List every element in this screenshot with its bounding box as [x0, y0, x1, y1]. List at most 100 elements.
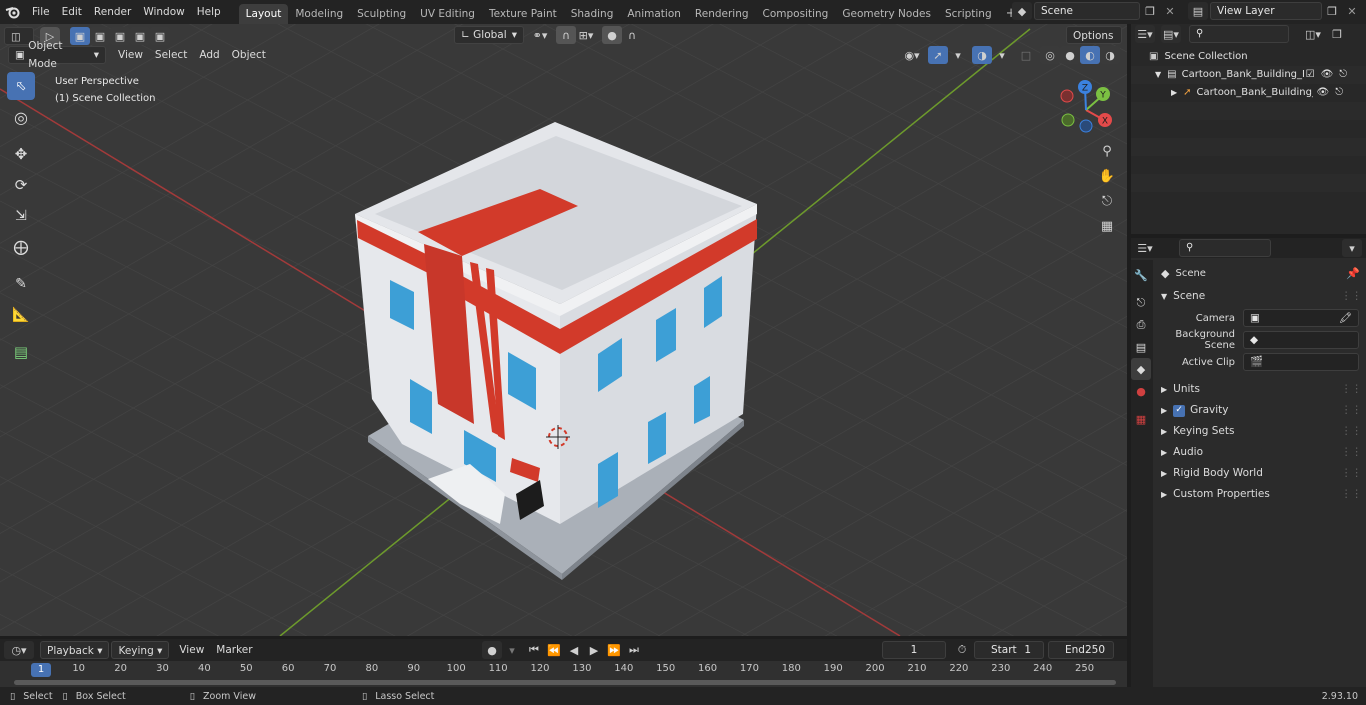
eye-visible-icon[interactable]: 👁 — [1317, 84, 1330, 102]
texture-tab-icon[interactable]: ▦ — [1131, 408, 1151, 430]
annotate-tool[interactable]: ✎ — [7, 270, 35, 298]
timeline-editor-type-icon[interactable]: ◷▾ — [4, 641, 34, 659]
outliner-object-row[interactable]: ▶ ➚ Cartoon_Bank_Building_I 👁 ⎋ — [1131, 84, 1366, 102]
tab-scripting[interactable]: Scripting — [938, 4, 999, 24]
wireframe-shading-icon[interactable]: ◎ — [1040, 46, 1060, 64]
units-panel-header[interactable]: ▶ Units ⋮⋮ — [1155, 379, 1366, 400]
menu-help[interactable]: Help — [191, 0, 227, 24]
active-clip-field[interactable]: 🎬 — [1243, 353, 1359, 371]
tool-tab-icon[interactable]: 🔧 — [1131, 264, 1151, 286]
pivot-point-icon[interactable]: ⚭▾ — [530, 26, 550, 44]
cursor-tool[interactable]: ◎ — [7, 103, 35, 131]
view-layer-selector-icon[interactable]: ▤ — [1188, 2, 1208, 20]
tab-texture-paint[interactable]: Texture Paint — [482, 4, 564, 24]
camera-view-icon[interactable]: ⎋ — [1097, 190, 1117, 212]
overlay-toggle-icon[interactable]: ◑ — [972, 46, 992, 64]
filter-icon[interactable]: ◫▾ — [1303, 25, 1323, 43]
gravity-panel-header[interactable]: ▶ ✓ Gravity ⋮⋮ — [1155, 400, 1366, 421]
rendered-shading-icon[interactable]: ◑ — [1100, 46, 1120, 64]
gizmo-menu-icon[interactable]: ▾ — [948, 46, 968, 64]
tab-modeling[interactable]: Modeling — [288, 4, 350, 24]
outliner-editor-type-icon[interactable]: ☰▾ — [1135, 25, 1155, 43]
tab-uv-editing[interactable]: UV Editing — [413, 4, 482, 24]
exclude-checkbox-icon[interactable]: ☑ — [1306, 66, 1315, 84]
add-cube-tool[interactable]: ▤ — [7, 338, 35, 366]
render-camera-icon[interactable]: ⎋ — [1335, 84, 1343, 102]
drag-handle-icon[interactable]: ⋮⋮ — [1341, 286, 1362, 307]
jump-end-icon[interactable]: ⏭ — [624, 641, 644, 659]
new-scene-icon[interactable]: ❐ — [1140, 2, 1160, 20]
scene-panel-header[interactable]: ▼ Scene ⋮⋮ — [1155, 286, 1366, 307]
scene-name-field[interactable]: Scene — [1034, 2, 1140, 20]
render-camera-icon[interactable]: ⎋ — [1339, 66, 1347, 84]
proportional-edit-icon[interactable]: ● — [602, 26, 622, 44]
gravity-checkbox[interactable]: ✓ — [1173, 404, 1186, 417]
play-icon[interactable]: ▶ — [584, 641, 604, 659]
background-scene-field[interactable]: ◆ — [1243, 331, 1359, 349]
timeline-view-menu[interactable]: View — [173, 641, 210, 659]
shading-menu-icon[interactable]: ▾ — [1120, 46, 1127, 64]
auto-keying-menu-icon[interactable]: ▾ — [502, 641, 522, 659]
xray-toggle-icon[interactable]: □ — [1016, 46, 1036, 64]
drag-handle-icon[interactable]: ⋮⋮ — [1341, 484, 1362, 505]
transform-tool[interactable]: ⨁ — [7, 233, 35, 261]
keying-menu[interactable]: Keying ▾ — [111, 641, 170, 659]
drag-handle-icon[interactable]: ⋮⋮ — [1341, 379, 1362, 400]
jump-start-icon[interactable]: ⏮ — [524, 641, 544, 659]
display-mode-icon[interactable]: ▤▾ — [1161, 25, 1181, 43]
keying-sets-panel-header[interactable]: ▶ Keying Sets ⋮⋮ — [1155, 421, 1366, 442]
tab-shading[interactable]: Shading — [564, 4, 621, 24]
rigid-body-world-panel-header[interactable]: ▶ Rigid Body World ⋮⋮ — [1155, 463, 1366, 484]
menu-edit[interactable]: Edit — [56, 0, 88, 24]
viewport-menu-select[interactable]: Select — [149, 46, 193, 64]
new-collection-icon[interactable]: ❐ — [1327, 25, 1347, 43]
snap-toggle-icon[interactable]: ∩ — [556, 26, 576, 44]
expand-arrow-icon[interactable]: ▶ — [1171, 84, 1177, 102]
tab-compositing[interactable]: Compositing — [756, 4, 836, 24]
overlay-menu-icon[interactable]: ▾ — [992, 46, 1012, 64]
outliner-scene-collection[interactable]: ▣ Scene Collection — [1131, 48, 1366, 66]
select-subtract-icon[interactable]: ▣ — [110, 27, 130, 45]
rotate-tool[interactable]: ⟳ — [7, 171, 35, 199]
drag-handle-icon[interactable]: ⋮⋮ — [1341, 463, 1362, 484]
visibility-filter-icon[interactable]: ◉▾ — [902, 46, 922, 64]
properties-options-icon[interactable]: ▾ — [1342, 239, 1362, 257]
viewport-scene[interactable] — [0, 24, 1127, 636]
timeline-ruler[interactable]: 10 20 30 40 50 60 70 80 90 100 110 120 130 140 150 160 1… — [0, 661, 1127, 687]
scale-tool[interactable]: ⇲ — [7, 202, 35, 230]
jump-prev-keyframe-icon[interactable]: ⏪ — [544, 641, 564, 659]
pan-hand-icon[interactable]: ✋ — [1097, 165, 1117, 187]
menu-render[interactable]: Render — [88, 0, 137, 24]
view-layer-tab-icon[interactable]: ▤ — [1131, 336, 1151, 358]
audio-panel-header[interactable]: ▶ Audio ⋮⋮ — [1155, 442, 1366, 463]
world-tab-icon[interactable]: ● — [1131, 380, 1151, 402]
menu-window[interactable]: Window — [137, 0, 190, 24]
view-layer-field[interactable]: View Layer — [1210, 2, 1322, 20]
transform-orientation-dropdown[interactable]: ∟ Global ▾ — [454, 26, 524, 44]
viewport-menu-object[interactable]: Object — [226, 46, 272, 64]
timeline-scrollbar[interactable] — [14, 680, 1116, 685]
viewport-3d[interactable]: ◫ ▾ ▷ ▣ ▣ ▣ ▣ ▣ ∟ Global ▾ ⚭▾ ∩ ⊞▾ ● ∩ O… — [0, 24, 1127, 636]
tab-layout[interactable]: Layout — [238, 3, 289, 24]
preview-range-icon[interactable]: ⏱ — [952, 641, 972, 659]
select-box-tool[interactable]: ⬁ — [7, 72, 35, 100]
move-tool[interactable]: ✥ — [7, 140, 35, 168]
end-frame-field[interactable]: End 250 — [1048, 641, 1114, 659]
select-intersect-icon[interactable]: ▣ — [150, 27, 170, 45]
measure-tool[interactable]: 📐 — [7, 301, 35, 329]
drag-handle-icon[interactable]: ⋮⋮ — [1341, 421, 1362, 442]
output-tab-icon[interactable]: ⎙ — [1131, 314, 1151, 336]
viewport-menu-view[interactable]: View — [112, 46, 149, 64]
material-shading-icon[interactable]: ◐ — [1080, 46, 1100, 64]
tab-geometry-nodes[interactable]: Geometry Nodes — [835, 4, 938, 24]
blender-logo-icon[interactable] — [0, 0, 26, 24]
jump-next-keyframe-icon[interactable]: ⏩ — [604, 641, 624, 659]
outliner-search-input[interactable]: ⚲ — [1189, 25, 1289, 43]
proportional-falloff-icon[interactable]: ∩ — [622, 26, 642, 44]
properties-editor-type-icon[interactable]: ☰▾ — [1135, 239, 1155, 257]
gizmo-toggle-icon[interactable]: ➚ — [928, 46, 948, 64]
solid-shading-icon[interactable]: ● — [1060, 46, 1080, 64]
drag-handle-icon[interactable]: ⋮⋮ — [1341, 442, 1362, 463]
current-frame-field[interactable]: 1 — [882, 641, 946, 659]
scene-tab-icon[interactable]: ◆ — [1131, 358, 1151, 380]
